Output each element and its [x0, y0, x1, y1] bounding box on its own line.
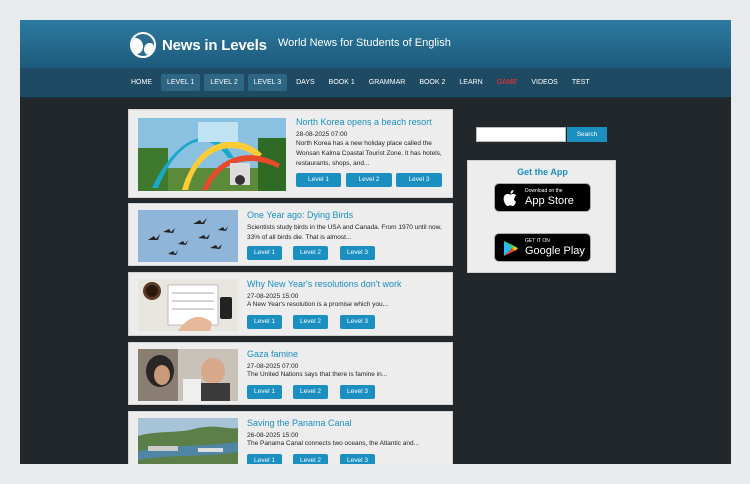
article-card: North Korea opens a beach resort 28-08-2…	[128, 109, 453, 198]
google-play-button[interactable]: GET IT ON Google Play	[494, 233, 591, 262]
level-3-button[interactable]: Level 3	[340, 315, 375, 329]
article-title[interactable]: North Korea opens a beach resort	[296, 117, 432, 127]
nav-level-3[interactable]: LEVEL 3	[247, 74, 288, 91]
app-store-big-text: App Store	[525, 195, 574, 207]
tagline: World News for Students of English	[278, 37, 451, 49]
article-excerpt: The Panama Canal connects two oceans, th…	[247, 440, 419, 447]
article-card: One Year ago: Dying Birds Scientists stu…	[128, 203, 453, 266]
google-play-small-text: GET IT ON	[525, 238, 550, 244]
article-excerpt: A New Year's resolution is a promise whi…	[247, 301, 389, 308]
level-1-button[interactable]: Level 1	[296, 173, 341, 187]
google-play-big-text: Google Play	[525, 245, 585, 257]
app-box-title: Get the App	[517, 167, 568, 177]
article-title[interactable]: Why New Year's resolutions don't work	[247, 279, 402, 289]
level-3-button[interactable]: Level 3	[340, 454, 375, 464]
app-store-small-text: Download on the	[525, 188, 563, 194]
article-date: 26-08-2025 15:00	[247, 432, 299, 439]
article-thumbnail-gaza[interactable]	[138, 349, 238, 401]
site-header: News in Levels World News for Students o…	[20, 20, 731, 68]
nav-learn[interactable]: LEARN	[454, 74, 487, 91]
article-excerpt: North Korea has a new holiday place call…	[296, 140, 442, 167]
nav-game[interactable]: GAME	[492, 74, 523, 91]
google-play-icon	[504, 241, 518, 256]
article-excerpt: Scientists study birds in the USA and Ca…	[247, 224, 442, 241]
nav-book-1[interactable]: BOOK 1	[324, 74, 360, 91]
article-thumbnail-planner[interactable]	[138, 279, 238, 331]
level-1-button[interactable]: Level 1	[247, 385, 282, 399]
nav-level-1[interactable]: LEVEL 1	[161, 74, 201, 91]
level-2-button[interactable]: Level 2	[346, 173, 392, 187]
site-logo[interactable]: News in Levels	[130, 32, 267, 58]
nav-days[interactable]: DAYS	[291, 74, 320, 91]
article-date: 28-08-2025 07:00	[296, 131, 348, 138]
level-3-button[interactable]: Level 3	[340, 246, 375, 260]
article-date: 27-08-2025 15:00	[247, 293, 299, 300]
level-2-button[interactable]: Level 2	[293, 246, 328, 260]
search-button[interactable]: Search	[567, 127, 607, 142]
article-title[interactable]: Gaza famine	[247, 349, 298, 359]
nav-level-2[interactable]: LEVEL 2	[204, 74, 244, 91]
article-excerpt: The United Nations says that there is fa…	[247, 371, 388, 378]
article-card: Gaza famine 27-08-2025 07:00 The United …	[128, 342, 453, 405]
search-input[interactable]	[476, 127, 566, 142]
level-2-button[interactable]: Level 2	[293, 385, 328, 399]
article-title[interactable]: Saving the Panama Canal	[247, 418, 352, 428]
level-2-button[interactable]: Level 2	[293, 454, 328, 464]
article-title[interactable]: One Year ago: Dying Birds	[247, 210, 353, 220]
globe-icon	[130, 32, 156, 58]
nav-videos[interactable]: VIDEOS	[526, 74, 562, 91]
article-date: 27-08-2025 07:00	[247, 363, 299, 370]
get-the-app-box: Get the App Download on the App Store GE…	[467, 160, 616, 273]
app-store-button[interactable]: Download on the App Store	[494, 183, 591, 212]
logo-text: News in Levels	[162, 36, 267, 54]
page-frame: News in Levels World News for Students o…	[20, 20, 731, 464]
level-3-button[interactable]: Level 3	[396, 173, 442, 187]
article-card: Why New Year's resolutions don't work 27…	[128, 272, 453, 336]
main-nav: HOME LEVEL 1 LEVEL 2 LEVEL 3 DAYS BOOK 1…	[20, 68, 731, 98]
nav-grammar[interactable]: GRAMMAR	[364, 74, 411, 91]
level-2-button[interactable]: Level 2	[293, 315, 328, 329]
level-3-button[interactable]: Level 3	[340, 385, 375, 399]
level-1-button[interactable]: Level 1	[247, 246, 282, 260]
nav-test[interactable]: TEST	[567, 74, 595, 91]
level-1-button[interactable]: Level 1	[247, 454, 282, 464]
article-thumbnail-waterpark[interactable]	[138, 118, 286, 191]
article-thumbnail-canal[interactable]	[138, 418, 238, 464]
article-card: Saving the Panama Canal 26-08-2025 15:00…	[128, 411, 453, 464]
nav-items: HOME LEVEL 1 LEVEL 2 LEVEL 3 DAYS BOOK 1…	[126, 74, 599, 91]
nav-book-2[interactable]: BOOK 2	[414, 74, 450, 91]
apple-icon	[503, 190, 517, 206]
nav-home[interactable]: HOME	[126, 74, 157, 91]
article-thumbnail-birds[interactable]	[138, 210, 238, 262]
level-1-button[interactable]: Level 1	[247, 315, 282, 329]
